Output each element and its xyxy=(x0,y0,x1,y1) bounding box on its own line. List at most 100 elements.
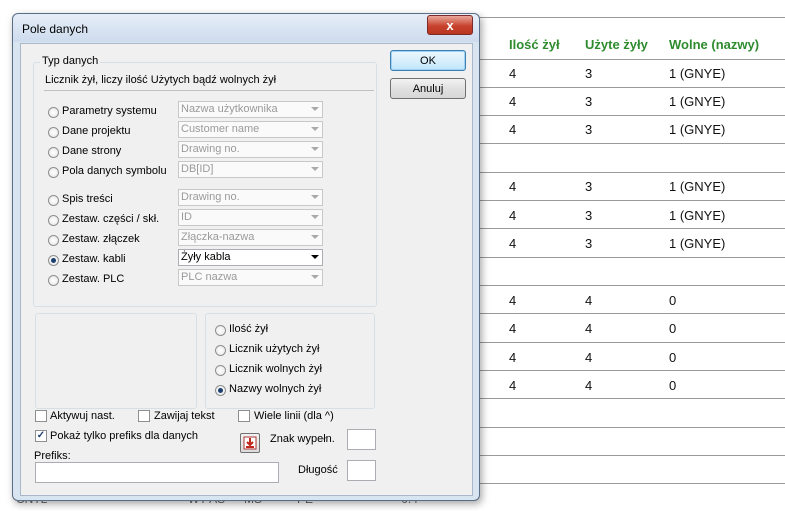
option-label: Licznik wolnych żył xyxy=(229,363,322,375)
table-cell: 4 xyxy=(509,208,517,223)
table-cell: 4 xyxy=(509,293,517,308)
table-cell: 3 xyxy=(585,94,593,109)
table-cell: 1 (GNYE) xyxy=(669,66,726,81)
radio-used-cores[interactable] xyxy=(215,345,226,356)
radio-free-cores[interactable] xyxy=(215,365,226,376)
radio-page-data[interactable] xyxy=(48,147,59,158)
type-description: Licznik żył, liczy ilość Użytych bądź wo… xyxy=(45,74,277,86)
table-cell: 4 xyxy=(585,350,593,365)
cable-options-group: Ilość żył Licznik użytych żył Licznik wo… xyxy=(205,313,375,409)
radio-cables-list[interactable] xyxy=(48,255,59,266)
combo-page-data[interactable]: Drawing no. xyxy=(178,141,323,158)
prefix-only-label: Pokaż tylko prefiks dla danych xyxy=(50,430,198,442)
type-label: Spis treści xyxy=(62,193,113,205)
table-cell: 4 xyxy=(509,350,517,365)
type-label: Parametry systemu xyxy=(62,105,157,117)
prefix-input[interactable] xyxy=(35,462,279,483)
combo-project-data[interactable]: Customer name xyxy=(178,121,323,138)
table-cell: 4 xyxy=(509,378,517,393)
multi-line-label: Wiele linii (dla ^) xyxy=(254,410,334,422)
wrap-text-checkbox[interactable] xyxy=(138,410,150,422)
combo-value: Drawing no. xyxy=(181,143,240,155)
type-label: Zestaw. kabli xyxy=(62,253,126,265)
cancel-button[interactable]: Anuluj xyxy=(390,78,466,99)
radio-project-data[interactable] xyxy=(48,127,59,138)
table-cell: 4 xyxy=(509,321,517,336)
dialog-titlebar[interactable]: Pole danych x xyxy=(13,14,479,42)
combo-value: Nazwa użytkownika xyxy=(181,103,278,115)
table-cell: 4 xyxy=(509,236,517,251)
combo-table-of-contents[interactable]: Drawing no. xyxy=(178,189,323,206)
chevron-down-icon xyxy=(311,107,319,111)
option-label: Nazwy wolnych żył xyxy=(229,383,322,395)
table-cell: 0 xyxy=(669,293,677,308)
prefix-label: Prefiks: xyxy=(34,450,71,462)
type-label: Dane strony xyxy=(62,145,122,157)
table-cell: 0 xyxy=(669,350,677,365)
type-label: Zestaw. złączek xyxy=(62,233,140,245)
radio-parts-list[interactable] xyxy=(48,215,59,226)
type-label: Zestaw. PLC xyxy=(62,273,125,285)
type-label: Pola danych symbolu xyxy=(62,165,167,177)
chevron-down-icon xyxy=(311,235,319,239)
table-cell: 4 xyxy=(585,293,593,308)
data-field-dialog: Pole danych x OK Anuluj Typ danych Liczn… xyxy=(12,13,480,501)
table-cell: 3 xyxy=(585,179,593,194)
activate-next-checkbox[interactable] xyxy=(35,410,47,422)
data-type-group: Typ danych Licznik żył, liczy ilość Użyt… xyxy=(33,55,377,307)
ok-button[interactable]: OK xyxy=(390,50,466,71)
close-button[interactable]: x xyxy=(427,15,473,35)
length-label: Długość xyxy=(298,464,338,476)
combo-system-params[interactable]: Nazwa użytkownika xyxy=(178,101,323,118)
combo-plc-list[interactable]: PLC nazwa xyxy=(178,269,323,286)
chevron-down-icon xyxy=(311,147,319,151)
table-cell: 3 xyxy=(585,122,593,137)
radio-free-core-names[interactable] xyxy=(215,385,226,396)
combo-parts-list[interactable]: ID xyxy=(178,209,323,226)
table-cell: 1 (GNYE) xyxy=(669,94,726,109)
radio-symbol-fields[interactable] xyxy=(48,167,59,178)
length-input[interactable] xyxy=(347,460,376,481)
table-cell: 0 xyxy=(669,321,677,336)
combo-symbol-fields[interactable]: DB[ID] xyxy=(178,161,323,178)
col-header-count: Ilość żył xyxy=(509,37,560,52)
prefix-only-checkbox[interactable]: ✓ xyxy=(35,430,47,442)
multi-line-checkbox[interactable] xyxy=(238,410,250,422)
combo-value: Żyły kabla xyxy=(181,251,231,263)
table-cell: 1 (GNYE) xyxy=(669,122,726,137)
insert-field-button[interactable] xyxy=(240,433,260,453)
fill-char-input[interactable] xyxy=(347,429,376,450)
combo-value: Złączka-nazwa xyxy=(181,231,255,243)
description-divider xyxy=(44,90,374,91)
activate-next-label: Aktywuj nast. xyxy=(50,410,115,422)
combo-cables-list[interactable]: Żyły kabla xyxy=(178,249,323,266)
option-label: Ilość żył xyxy=(229,323,269,335)
radio-plc-list[interactable] xyxy=(48,275,59,286)
option-label: Licznik użytych żył xyxy=(229,343,320,355)
table-cell: 4 xyxy=(509,94,517,109)
table-cell: 1 (GNYE) xyxy=(669,179,726,194)
close-icon: x xyxy=(446,17,454,33)
col-header-used: Użyte żyły xyxy=(585,37,648,52)
combo-value: Customer name xyxy=(181,123,260,135)
col-header-free: Wolne (nazwy) xyxy=(669,37,760,52)
chevron-down-icon xyxy=(311,255,319,259)
radio-core-count[interactable] xyxy=(215,325,226,336)
combo-value: ID xyxy=(181,211,192,223)
radio-terminals-list[interactable] xyxy=(48,235,59,246)
combo-value: PLC nazwa xyxy=(181,271,238,283)
chevron-down-icon xyxy=(311,195,319,199)
table-cell: 1 (GNYE) xyxy=(669,208,726,223)
radio-table-of-contents[interactable] xyxy=(48,195,59,206)
chevron-down-icon xyxy=(311,127,319,131)
table-cell: 4 xyxy=(585,378,593,393)
combo-terminals-list[interactable]: Złączka-nazwa xyxy=(178,229,323,246)
table-cell: 4 xyxy=(509,66,517,81)
type-label: Zestaw. części / skł. xyxy=(62,213,160,225)
table-cell: 0 xyxy=(669,378,677,393)
group-title: Typ danych xyxy=(40,55,101,67)
dialog-title: Pole danych xyxy=(22,22,89,36)
table-cell: 4 xyxy=(585,321,593,336)
table-cell: 3 xyxy=(585,66,593,81)
radio-system-params[interactable] xyxy=(48,107,59,118)
